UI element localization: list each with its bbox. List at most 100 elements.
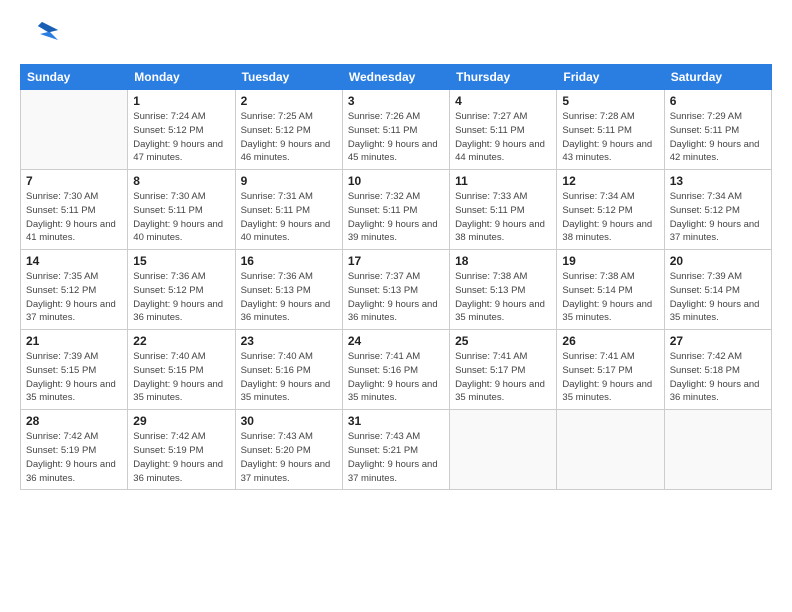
day-info: Sunrise: 7:28 AMSunset: 5:11 PMDaylight:…: [562, 110, 658, 165]
sunset-text: Sunset: 5:19 PM: [26, 445, 96, 456]
sunrise-text: Sunrise: 7:41 AM: [562, 351, 634, 362]
calendar-cell: 24Sunrise: 7:41 AMSunset: 5:16 PMDayligh…: [342, 330, 449, 410]
day-info: Sunrise: 7:40 AMSunset: 5:16 PMDaylight:…: [241, 350, 337, 405]
day-number: 1: [133, 94, 229, 108]
calendar-week-4: 28Sunrise: 7:42 AMSunset: 5:19 PMDayligh…: [21, 410, 772, 490]
daylight-text: Daylight: 9 hours and 35 minutes.: [26, 379, 116, 404]
calendar-cell: [557, 410, 664, 490]
day-info: Sunrise: 7:35 AMSunset: 5:12 PMDaylight:…: [26, 270, 122, 325]
daylight-text: Daylight: 9 hours and 42 minutes.: [670, 139, 760, 164]
sunrise-text: Sunrise: 7:27 AM: [455, 111, 527, 122]
day-number: 16: [241, 254, 337, 268]
day-info: Sunrise: 7:34 AMSunset: 5:12 PMDaylight:…: [562, 190, 658, 245]
day-number: 23: [241, 334, 337, 348]
sunrise-text: Sunrise: 7:29 AM: [670, 111, 742, 122]
calendar-cell: 3Sunrise: 7:26 AMSunset: 5:11 PMDaylight…: [342, 90, 449, 170]
sunrise-text: Sunrise: 7:36 AM: [133, 271, 205, 282]
daylight-text: Daylight: 9 hours and 46 minutes.: [241, 139, 331, 164]
calendar-cell: 26 Sunrise: 7:41 AMSunset: 5:17 PMDayligh…: [557, 330, 664, 410]
day-info: Sunrise: 7:33 AMSunset: 5:11 PMDaylight:…: [455, 190, 551, 245]
daylight-text: Daylight: 9 hours and 39 minutes.: [348, 219, 438, 244]
header-area: [20, 18, 772, 58]
day-info: Sunrise: 7:41 AMSunset: 5:17 PMDaylight:…: [455, 350, 551, 405]
calendar-week-3: 21Sunrise: 7:39 AMSunset: 5:15 PMDayligh…: [21, 330, 772, 410]
daylight-text: Daylight: 9 hours and 35 minutes.: [455, 379, 545, 404]
calendar-table: SundayMondayTuesdayWednesdayThursdayFrid…: [20, 64, 772, 490]
calendar-cell: 23 Sunrise: 7:40 AMSunset: 5:16 PMDayligh…: [235, 330, 342, 410]
sunrise-text: Sunrise: 7:40 AM: [133, 351, 205, 362]
day-number: 26: [562, 334, 658, 348]
day-number: 9: [241, 174, 337, 188]
sunrise-text: Sunrise: 7:28 AM: [562, 111, 634, 122]
day-number: 22: [133, 334, 229, 348]
calendar-cell: 12Sunrise: 7:34 AMSunset: 5:12 PMDayligh…: [557, 170, 664, 250]
day-number: 24: [348, 334, 444, 348]
calendar-cell: 16 Sunrise: 7:36 AMSunset: 5:13 PMDayligh…: [235, 250, 342, 330]
sunset-text: Sunset: 5:11 PM: [133, 205, 203, 216]
calendar-cell: 30Sunrise: 7:43 AMSunset: 5:20 PMDayligh…: [235, 410, 342, 490]
daylight-text: Daylight: 9 hours and 38 minutes.: [455, 219, 545, 244]
sunset-text: Sunset: 5:13 PM: [455, 285, 525, 296]
day-info: Sunrise: 7:41 AMSunset: 5:17 PMDaylight:…: [562, 350, 658, 405]
daylight-text: Daylight: 9 hours and 35 minutes.: [133, 379, 223, 404]
day-number: 30: [241, 414, 337, 428]
day-number: 17: [348, 254, 444, 268]
page: SundayMondayTuesdayWednesdayThursdayFrid…: [0, 0, 792, 612]
day-info: Sunrise: 7:34 AMSunset: 5:12 PMDaylight:…: [670, 190, 766, 245]
logo-icon: [20, 18, 64, 58]
calendar-cell: [21, 90, 128, 170]
daylight-text: Daylight: 9 hours and 43 minutes.: [562, 139, 652, 164]
sunset-text: Sunset: 5:14 PM: [670, 285, 740, 296]
calendar-cell: 25 Sunrise: 7:41 AMSunset: 5:17 PMDayligh…: [450, 330, 557, 410]
calendar-header-row: SundayMondayTuesdayWednesdayThursdayFrid…: [21, 65, 772, 90]
day-number: 25: [455, 334, 551, 348]
calendar-cell: 19Sunrise: 7:38 AMSunset: 5:14 PMDayligh…: [557, 250, 664, 330]
calendar-cell: 7Sunrise: 7:30 AMSunset: 5:11 PMDaylight…: [21, 170, 128, 250]
calendar-cell: 27Sunrise: 7:42 AMSunset: 5:18 PMDayligh…: [664, 330, 771, 410]
calendar-cell: [664, 410, 771, 490]
daylight-text: Daylight: 9 hours and 36 minutes.: [26, 459, 116, 484]
day-number: 2: [241, 94, 337, 108]
calendar-cell: 13Sunrise: 7:34 AMSunset: 5:12 PMDayligh…: [664, 170, 771, 250]
calendar-cell: 21Sunrise: 7:39 AMSunset: 5:15 PMDayligh…: [21, 330, 128, 410]
day-number: 31: [348, 414, 444, 428]
calendar-cell: 11 Sunrise: 7:33 AMSunset: 5:11 PMDayligh…: [450, 170, 557, 250]
day-number: 11: [455, 174, 551, 188]
daylight-text: Daylight: 9 hours and 44 minutes.: [455, 139, 545, 164]
daylight-text: Daylight: 9 hours and 35 minutes.: [562, 379, 652, 404]
calendar-cell: 6Sunrise: 7:29 AMSunset: 5:11 PMDaylight…: [664, 90, 771, 170]
daylight-text: Daylight: 9 hours and 35 minutes.: [241, 379, 331, 404]
day-info: Sunrise: 7:26 AMSunset: 5:11 PMDaylight:…: [348, 110, 444, 165]
day-header-tuesday: Tuesday: [235, 65, 342, 90]
sunset-text: Sunset: 5:17 PM: [455, 365, 525, 376]
day-info: Sunrise: 7:42 AMSunset: 5:19 PMDaylight:…: [133, 430, 229, 485]
sunset-text: Sunset: 5:12 PM: [133, 285, 203, 296]
day-info: Sunrise: 7:38 AMSunset: 5:13 PMDaylight:…: [455, 270, 551, 325]
day-header-saturday: Saturday: [664, 65, 771, 90]
calendar-cell: 22 Sunrise: 7:40 AMSunset: 5:15 PMDayligh…: [128, 330, 235, 410]
calendar-cell: 8Sunrise: 7:30 AMSunset: 5:11 PMDaylight…: [128, 170, 235, 250]
sunset-text: Sunset: 5:19 PM: [133, 445, 203, 456]
calendar-cell: 31Sunrise: 7:43 AMSunset: 5:21 PMDayligh…: [342, 410, 449, 490]
calendar-cell: 1Sunrise: 7:24 AMSunset: 5:12 PMDaylight…: [128, 90, 235, 170]
day-number: 29: [133, 414, 229, 428]
sunrise-text: Sunrise: 7:43 AM: [241, 431, 313, 442]
day-number: 8: [133, 174, 229, 188]
day-info: Sunrise: 7:30 AMSunset: 5:11 PMDaylight:…: [26, 190, 122, 245]
sunset-text: Sunset: 5:12 PM: [26, 285, 96, 296]
daylight-text: Daylight: 9 hours and 35 minutes.: [348, 379, 438, 404]
sunrise-text: Sunrise: 7:39 AM: [670, 271, 742, 282]
sunrise-text: Sunrise: 7:36 AM: [241, 271, 313, 282]
day-info: Sunrise: 7:36 AMSunset: 5:13 PMDaylight:…: [241, 270, 337, 325]
day-info: Sunrise: 7:42 AMSunset: 5:18 PMDaylight:…: [670, 350, 766, 405]
sunrise-text: Sunrise: 7:33 AM: [455, 191, 527, 202]
sunrise-text: Sunrise: 7:35 AM: [26, 271, 98, 282]
sunrise-text: Sunrise: 7:25 AM: [241, 111, 313, 122]
sunrise-text: Sunrise: 7:38 AM: [455, 271, 527, 282]
day-info: Sunrise: 7:40 AMSunset: 5:15 PMDaylight:…: [133, 350, 229, 405]
day-info: Sunrise: 7:38 AMSunset: 5:14 PMDaylight:…: [562, 270, 658, 325]
sunset-text: Sunset: 5:18 PM: [670, 365, 740, 376]
daylight-text: Daylight: 9 hours and 40 minutes.: [241, 219, 331, 244]
day-info: Sunrise: 7:36 AMSunset: 5:12 PMDaylight:…: [133, 270, 229, 325]
calendar-cell: 29 Sunrise: 7:42 AMSunset: 5:19 PMDayligh…: [128, 410, 235, 490]
